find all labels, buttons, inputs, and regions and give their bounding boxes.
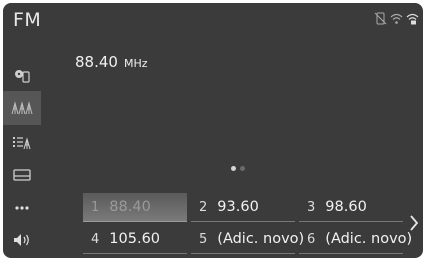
phone-disconnected-icon	[374, 10, 387, 25]
sidebar-item-source[interactable]	[3, 59, 41, 93]
preset-number: 4	[91, 231, 100, 247]
preset-number: 2	[199, 199, 208, 215]
preset-value: 105.60	[109, 231, 161, 247]
signal-wifi-icon	[390, 10, 403, 24]
sidebar-item-volume[interactable]	[3, 223, 41, 257]
next-page-button[interactable]	[405, 213, 423, 237]
hotspot-icon	[406, 10, 419, 25]
sidebar-item-stations[interactable]	[3, 91, 41, 125]
preset-button-1[interactable]: 1 88.40	[83, 193, 187, 222]
current-frequency: 88.40 MHz	[75, 53, 148, 71]
preset-button-3[interactable]: 3 98.60	[299, 193, 403, 222]
radio-screen: FM 88.40 MHz 1 88.40 2 93.60 3 98.60 4 1…	[3, 3, 423, 258]
sidebar	[3, 41, 41, 258]
preset-button-6[interactable]: 6 (Adic. novo)	[299, 225, 412, 254]
sidebar-item-keypad[interactable]	[3, 158, 41, 192]
page-dot-1	[231, 166, 236, 171]
category-list-icon	[12, 134, 32, 150]
source-title: FM	[13, 9, 42, 31]
sidebar-item-categories[interactable]	[3, 125, 41, 159]
preset-value: 93.60	[217, 199, 259, 215]
frequency-value: 88.40	[75, 53, 118, 71]
chevron-right-icon	[409, 214, 419, 236]
preset-number: 1	[91, 199, 100, 215]
preset-button-4[interactable]: 4 105.60	[83, 225, 187, 254]
station-list-icon	[11, 100, 33, 116]
preset-value: 88.40	[109, 199, 151, 215]
sidebar-item-more[interactable]	[3, 191, 41, 225]
preset-button-2[interactable]: 2 93.60	[191, 193, 295, 222]
preset-button-5[interactable]: 5 (Adic. novo)	[191, 225, 304, 254]
more-options-icon	[14, 205, 30, 211]
preset-grid: 1 88.40 2 93.60 3 98.60 4 105.60 5 (Adic. nov…	[83, 193, 412, 257]
preset-value: (Adic. novo)	[325, 231, 413, 247]
preset-number: 6	[307, 231, 316, 247]
frequency-unit: MHz	[123, 57, 148, 70]
preset-value: (Adic. novo)	[217, 231, 305, 247]
preset-number: 5	[199, 231, 208, 247]
source-disc-icon	[12, 68, 32, 84]
page-indicator	[231, 166, 245, 171]
page-dot-2	[240, 166, 245, 171]
preset-number: 3	[307, 199, 316, 215]
status-icons	[374, 10, 419, 25]
header-bar: FM	[3, 3, 423, 41]
preset-value: 98.60	[325, 199, 367, 215]
keypad-icon	[12, 168, 32, 182]
volume-icon	[12, 232, 32, 248]
